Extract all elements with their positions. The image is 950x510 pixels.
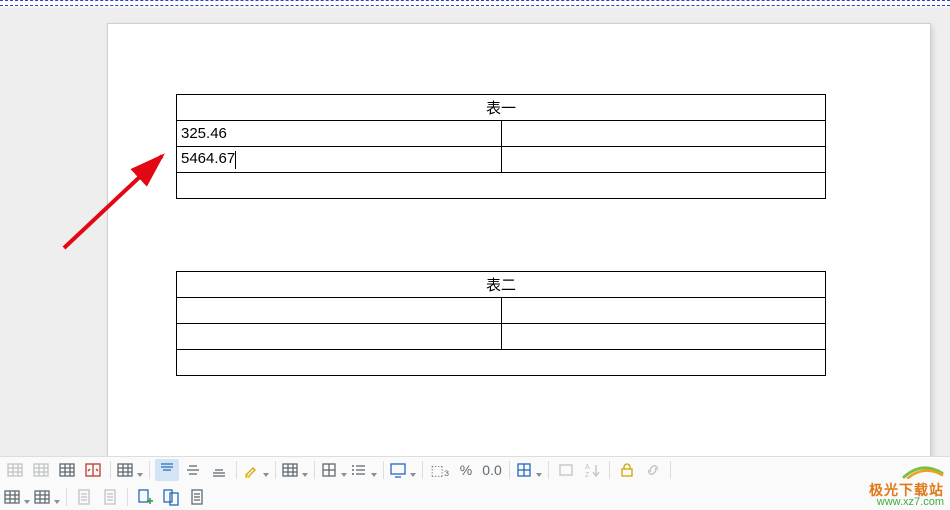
ruler-divider: [0, 0, 950, 6]
cell-active[interactable]: 5464.67: [177, 147, 502, 173]
decimal-icon[interactable]: 0.0: [480, 459, 504, 481]
cell[interactable]: [501, 121, 826, 147]
valign-top-icon[interactable]: [155, 459, 179, 481]
toolbar-row-2: [0, 484, 950, 510]
chevron-down-icon: [536, 473, 542, 477]
table-one-title[interactable]: 表一: [177, 95, 826, 121]
new-table-icon[interactable]: [3, 486, 31, 508]
table-two[interactable]: 表二: [176, 271, 826, 376]
toolbar-separator: [609, 461, 610, 479]
borders-icon[interactable]: [320, 459, 348, 481]
highlighter-icon[interactable]: [242, 459, 270, 481]
doc-add-icon[interactable]: [133, 486, 157, 508]
lock-icon[interactable]: [615, 459, 639, 481]
svg-text:A: A: [585, 464, 590, 471]
table-gap: [166, 199, 872, 271]
table-highlight-icon: [29, 459, 53, 481]
toolbar-separator: [110, 461, 111, 479]
toolbar-separator: [275, 461, 276, 479]
shape-icon: [554, 459, 578, 481]
chevron-down-icon: [302, 473, 308, 477]
doc-list-icon[interactable]: [185, 486, 209, 508]
svg-text:Z: Z: [585, 472, 590, 479]
toolbar-separator: [314, 461, 315, 479]
table-row[interactable]: [177, 350, 826, 376]
chevron-down-icon: [263, 473, 269, 477]
percent-icon[interactable]: %: [454, 459, 478, 481]
screen-icon[interactable]: [389, 459, 417, 481]
toolbar-separator: [548, 461, 549, 479]
table-row[interactable]: [177, 324, 826, 350]
chevron-down-icon: [24, 500, 30, 504]
toolbar-separator: [422, 461, 423, 479]
toolbar-separator: [236, 461, 237, 479]
doc-merge-icon[interactable]: [159, 486, 183, 508]
number-format-icon[interactable]: ⬚₃: [428, 459, 452, 481]
row-ops-icon[interactable]: [116, 459, 144, 481]
table-insert-icon: [3, 459, 27, 481]
table-one[interactable]: 表一 325.46 5464.67: [176, 94, 826, 199]
toolbar-row-1: ⬚₃%0.0 AZ: [0, 457, 950, 484]
cell[interactable]: [177, 324, 502, 350]
toolbar-separator: [670, 461, 671, 479]
valign-bottom-icon[interactable]: [207, 459, 231, 481]
chevron-down-icon: [341, 473, 347, 477]
new-row-icon[interactable]: [33, 486, 61, 508]
cell[interactable]: [501, 324, 826, 350]
cell[interactable]: [177, 173, 826, 199]
chevron-down-icon: [410, 473, 416, 477]
cell[interactable]: [501, 298, 826, 324]
toolbar: ⬚₃%0.0 AZ: [0, 456, 950, 510]
page-one-icon: [72, 486, 96, 508]
cell[interactable]: [177, 350, 826, 376]
table-split-icon[interactable]: [81, 459, 105, 481]
cell[interactable]: [177, 298, 502, 324]
toolbar-separator: [149, 461, 150, 479]
page[interactable]: 表一 325.46 5464.67 表二: [108, 24, 930, 456]
table-two-title[interactable]: 表二: [177, 272, 826, 298]
toolbar-separator: [383, 461, 384, 479]
table-row[interactable]: 5464.67: [177, 147, 826, 173]
toolbar-separator: [127, 488, 128, 506]
link-icon: [641, 459, 665, 481]
chevron-down-icon: [137, 473, 143, 477]
cell-value: 5464.67: [181, 150, 235, 167]
table-style-icon[interactable]: [55, 459, 79, 481]
text-cursor: [235, 151, 236, 169]
chevron-down-icon: [371, 473, 377, 477]
valign-middle-icon[interactable]: [181, 459, 205, 481]
toolbar-separator: [509, 461, 510, 479]
table-row[interactable]: [177, 173, 826, 199]
cell[interactable]: 325.46: [177, 121, 502, 147]
table-format-icon[interactable]: [281, 459, 309, 481]
table-row[interactable]: 325.46: [177, 121, 826, 147]
list-icon[interactable]: [350, 459, 378, 481]
cell[interactable]: [501, 147, 826, 173]
document-workspace: 表一 325.46 5464.67 表二: [0, 8, 950, 456]
toolbar-separator: [66, 488, 67, 506]
page-two-icon: [98, 486, 122, 508]
table-row[interactable]: [177, 298, 826, 324]
chevron-down-icon: [54, 500, 60, 504]
grid-toggle-icon[interactable]: [515, 459, 543, 481]
sort-az-icon: AZ: [580, 459, 604, 481]
